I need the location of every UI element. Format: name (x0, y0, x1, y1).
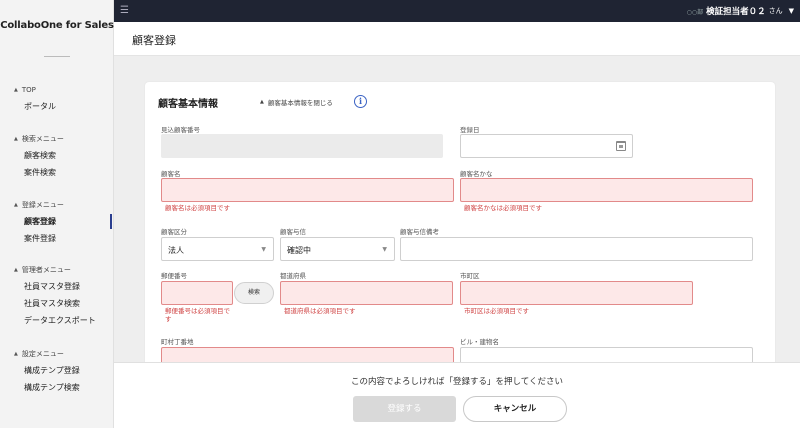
prefecture-label: 都道府県 (280, 272, 306, 280)
sidebar-item-deal-search[interactable]: 案件検索 (0, 164, 114, 181)
menu-collapse-icon[interactable]: ☰ (120, 5, 132, 17)
credit-note-label: 顧客与信備考 (400, 228, 439, 236)
sidebar-item-deal-register[interactable]: 案件登録 (0, 230, 114, 247)
postal-search-button[interactable]: 検索 (234, 282, 274, 304)
cancel-button[interactable]: キャンセル (463, 396, 567, 422)
caret-up-icon: ▲ (14, 351, 18, 357)
street-label: 町村丁番地 (161, 338, 194, 346)
collapse-section-link[interactable]: ▲ 顧客基本情報を閉じる (260, 97, 333, 107)
customer-kana-field[interactable] (460, 178, 753, 202)
footer-message: この内容でよろしければ「登録する」を押してください (351, 377, 563, 387)
sidebar-item-employee-search[interactable]: 社員マスタ検索 (0, 295, 114, 312)
sidebar-item-portal[interactable]: ポータル (0, 98, 114, 115)
postal-code-error: 郵便番号は必須項目です (165, 307, 230, 323)
sidebar: CollaboOne for Sales ▲ TOP ポータル ▲ 検索メニュー 顧… (0, 0, 114, 428)
nav-head-register[interactable]: ▲ 登録メニュー (0, 197, 114, 213)
sidebar-item-data-export[interactable]: データエクスポート (0, 312, 114, 329)
sidebar-item-employee-register[interactable]: 社員マスタ登録 (0, 278, 114, 295)
city-error: 市町区は必須項目です (464, 307, 529, 315)
prospect-no-label: 見込顧客番号 (161, 126, 200, 134)
building-label: ビル・建物名 (460, 338, 499, 346)
prospect-no-field (161, 134, 443, 158)
nav-head-admin[interactable]: ▲ 管理者メニュー (0, 262, 114, 278)
nav-section-register: ▲ 登録メニュー 顧客登録 案件登録 (0, 197, 114, 247)
city-label: 市町区 (460, 272, 480, 280)
register-button[interactable]: 登録する (353, 396, 456, 422)
info-icon[interactable]: i (354, 95, 367, 108)
user-suffix: さん (768, 7, 783, 15)
caret-up-icon: ▲ (14, 87, 18, 93)
nav-section-search: ▲ 検索メニュー 顧客検索 案件検索 (0, 131, 114, 181)
postal-code-label: 郵便番号 (161, 272, 187, 280)
brand-logo[interactable]: CollaboOne for Sales (0, 20, 114, 31)
caret-up-icon: ▲ (14, 136, 18, 142)
customer-type-value: 法人 (168, 246, 184, 255)
credit-label: 顧客与信 (280, 228, 306, 236)
nav-head-settings[interactable]: ▲ 設定メニュー (0, 346, 114, 362)
top-bar: ☰ ○○部 検証担当者０２ さん ▼ (114, 0, 800, 22)
sidebar-item-customer-register[interactable]: 顧客登録 (0, 213, 114, 230)
city-field[interactable] (460, 281, 693, 305)
caret-down-icon: ▼ (261, 246, 266, 253)
brand-divider (44, 56, 70, 57)
customer-kana-error: 顧客名かなは必須項目です (464, 204, 542, 212)
prefecture-error: 都道府県は必須項目です (284, 307, 356, 315)
card-title: 顧客基本情報 (158, 99, 218, 110)
user-menu[interactable]: ○○部 検証担当者０２ さん ▼ (687, 4, 794, 18)
caret-down-icon: ▼ (382, 246, 387, 253)
postal-code-field[interactable] (161, 281, 233, 305)
caret-down-icon[interactable]: ▼ (789, 7, 794, 15)
customer-name-error: 顧客名は必須項目です (165, 204, 230, 212)
nav-head-search[interactable]: ▲ 検索メニュー (0, 131, 114, 147)
calendar-icon[interactable] (616, 141, 626, 151)
caret-up-icon: ▲ (14, 267, 18, 273)
customer-basic-info-card: 顧客基本情報 ▲ 顧客基本情報を閉じる i 見込顧客番号 登録日 顧客名 顧客名… (145, 82, 775, 372)
credit-value: 確認中 (287, 246, 311, 255)
prefecture-field[interactable] (280, 281, 453, 305)
user-name: 検証担当者０２ (706, 7, 766, 17)
sidebar-item-customer-search[interactable]: 顧客検索 (0, 147, 114, 164)
nav-head-top[interactable]: ▲ TOP (0, 82, 114, 98)
page-title: 顧客登録 (132, 34, 176, 47)
sidebar-item-template-register[interactable]: 構成テンプ登録 (0, 362, 114, 379)
register-date-label: 登録日 (460, 126, 480, 134)
customer-kana-label: 顧客名かな (460, 170, 493, 178)
register-date-field[interactable] (460, 134, 633, 158)
customer-type-label: 顧客区分 (161, 228, 187, 236)
nav-section-admin: ▲ 管理者メニュー 社員マスタ登録 社員マスタ検索 データエクスポート (0, 262, 114, 329)
action-footer: この内容でよろしければ「登録する」を押してください 登録する キャンセル (114, 362, 800, 428)
nav-section-settings: ▲ 設定メニュー 構成テンプ登録 構成テンプ検索 (0, 346, 114, 396)
customer-name-field[interactable] (161, 178, 454, 202)
nav-section-top: ▲ TOP ポータル (0, 82, 114, 115)
credit-note-field[interactable] (400, 237, 753, 261)
caret-up-icon: ▲ (260, 99, 264, 105)
user-dept: ○○部 (686, 8, 704, 16)
caret-up-icon: ▲ (14, 202, 18, 208)
customer-type-select[interactable]: 法人 ▼ (161, 237, 274, 261)
credit-select[interactable]: 確認中 ▼ (280, 237, 395, 261)
customer-name-label: 顧客名 (161, 170, 181, 178)
sidebar-item-template-search[interactable]: 構成テンプ検索 (0, 379, 114, 396)
page-header: 顧客登録 (114, 22, 800, 56)
